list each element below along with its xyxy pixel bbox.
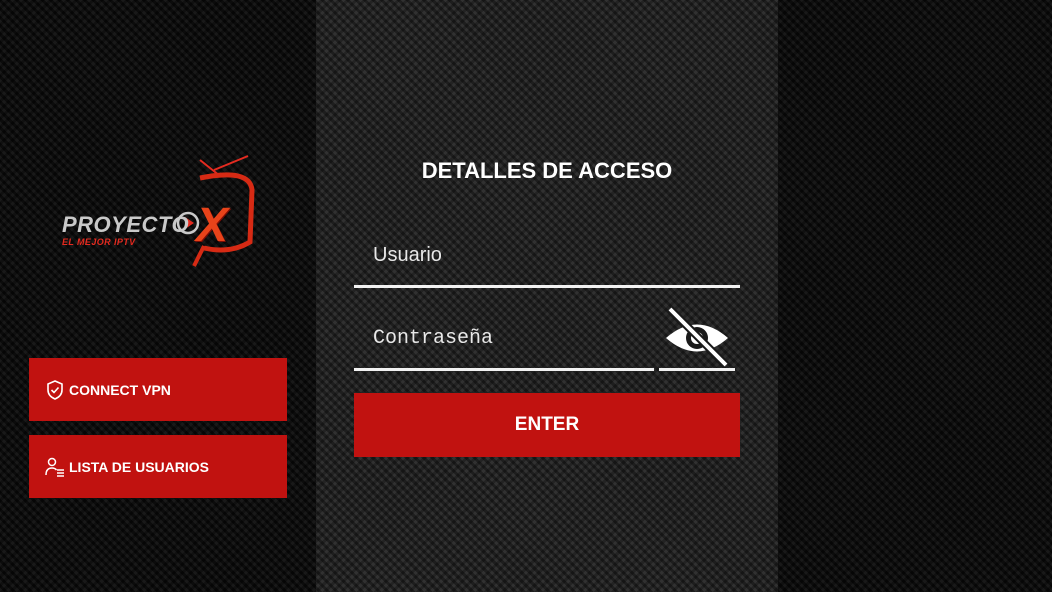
brand-name: PROYECTO xyxy=(62,212,190,237)
eye-off-icon xyxy=(666,306,729,367)
login-title: DETALLES DE ACCESO xyxy=(421,158,673,183)
login-panel xyxy=(316,0,778,592)
user-list-button[interactable]: LISTA DE USUARIOS xyxy=(29,435,287,498)
connect-vpn-button[interactable]: CONNECT VPN xyxy=(29,358,287,421)
enter-button[interactable]: ENTER xyxy=(354,393,740,457)
app-screen: PROYECTO X EL MEJOR IPTV CONNECT VPN LIS… xyxy=(0,0,1052,592)
shield-check-icon xyxy=(45,379,65,400)
left-panel xyxy=(0,0,316,592)
user-list-label: LISTA DE USUARIOS xyxy=(69,458,210,475)
right-panel xyxy=(778,0,1052,592)
user-list-icon xyxy=(45,457,65,477)
brand-logo: PROYECTO X EL MEJOR IPTV xyxy=(60,150,260,270)
toggle-password-visibility-button[interactable] xyxy=(659,304,735,371)
brand-x: X xyxy=(196,199,229,252)
password-input[interactable] xyxy=(354,308,654,371)
connect-vpn-label: CONNECT VPN xyxy=(69,381,171,398)
username-input[interactable] xyxy=(354,226,740,288)
brand-tagline: EL MEJOR IPTV xyxy=(62,237,136,247)
